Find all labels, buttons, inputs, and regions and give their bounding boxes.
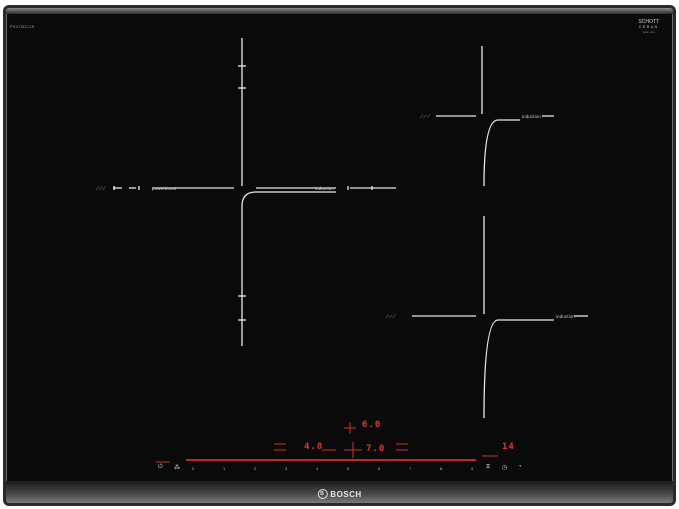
slider-number-2[interactable]: 2 bbox=[254, 466, 256, 471]
slider-number-3[interactable]: 3 bbox=[285, 466, 287, 471]
slider-number-9[interactable]: 9 bbox=[471, 466, 473, 471]
display-middle-zone: 7.0 bbox=[366, 444, 386, 454]
slider-number-6[interactable]: 6 bbox=[378, 466, 380, 471]
slider-number-5[interactable]: 5 bbox=[347, 466, 349, 471]
clock-icon[interactable]: ◷ bbox=[502, 464, 507, 471]
slider-number-4[interactable]: 4 bbox=[316, 466, 318, 471]
stopwatch-icon[interactable]: ◔ bbox=[518, 464, 522, 470]
control-panel-markings bbox=[156, 422, 498, 463]
display-left-zone: 4.0 bbox=[304, 442, 324, 452]
boost-icon[interactable]: ⁂ bbox=[174, 464, 180, 471]
slider-number-8[interactable]: 8 bbox=[440, 466, 442, 471]
power-button-icon[interactable]: ⏻ bbox=[158, 464, 163, 471]
timer-display: 14 bbox=[502, 442, 515, 452]
timer-icon[interactable]: ⧖ bbox=[486, 464, 490, 471]
bottom-frame: B BOSCH bbox=[6, 481, 673, 503]
display-top-zone: 6.0 bbox=[362, 420, 382, 430]
slider-number-1[interactable]: 1 bbox=[223, 466, 225, 471]
bosch-emblem-icon: B bbox=[317, 489, 328, 499]
cooktop-panel: PXZ75DC1E SCHOTT CERAN ceran·com ⟋⟋⟋ pow… bbox=[6, 8, 673, 503]
slider-number-0[interactable]: 0 bbox=[192, 466, 194, 471]
power-slider[interactable] bbox=[186, 459, 476, 461]
bosch-logo: B BOSCH bbox=[317, 489, 361, 499]
slider-number-7[interactable]: 7 bbox=[409, 466, 411, 471]
